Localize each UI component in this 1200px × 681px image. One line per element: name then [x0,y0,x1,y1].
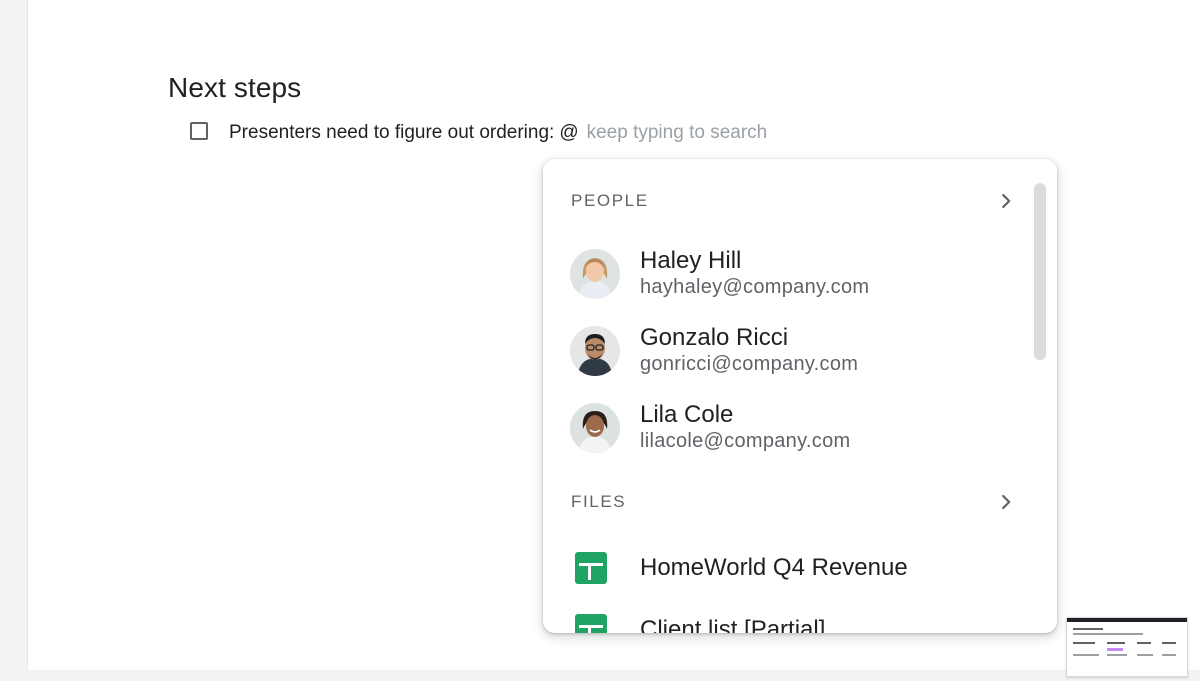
files-section-header: FILES [571,492,627,511]
people-section-header: PEOPLE [571,191,649,210]
scrollbar-thumb[interactable] [1034,183,1046,360]
people-chevron-right-icon[interactable] [995,190,1017,212]
person-name: Gonzalo Ricci [640,324,789,351]
google-sheets-icon [575,614,607,633]
person-name: Haley Hill [640,247,742,274]
person-name: Lila Cole [640,401,734,428]
file-item-client-list-partial[interactable]: Client list [Partial] [543,600,1023,633]
popup-scrollbar[interactable] [1034,183,1046,623]
person-item-gonzalo-ricci[interactable]: Gonzalo Ricci gonricci@company.com [543,317,1023,387]
files-chevron-right-icon[interactable] [995,491,1017,513]
slide-thumbnail-preview[interactable] [1066,617,1188,677]
task-line[interactable]: Presenters need to figure out ordering: @… [229,121,767,145]
person-email: gonricci@company.com [640,353,859,375]
person-email: hayhaley@company.com [640,276,870,298]
section-heading: Next steps [168,72,302,103]
task-checkbox[interactable] [190,122,208,140]
person-item-lila-cole[interactable]: Lila Cole lilacole@company.com [543,394,1023,464]
person-item-haley-hill[interactable]: Haley Hill hayhaley@company.com [543,240,1023,310]
avatar [570,403,620,453]
mention-suggestions-popup: PEOPLE Haley Hill hayhaley@company.com G… [543,159,1057,633]
file-name: Client list [Partial] [640,616,826,633]
person-email: lilacole@company.com [640,430,851,452]
mention-trigger: @ [559,122,579,143]
avatar [570,249,620,299]
file-name: HomeWorld Q4 Revenue [640,554,908,581]
task-text: Presenters need to figure out ordering: [229,122,555,143]
thumbnail-content-icon [1067,618,1187,656]
avatar [570,326,620,376]
search-hint: keep typing to search [586,122,768,143]
file-item-homeworld-q4-revenue[interactable]: HomeWorld Q4 Revenue [543,538,1023,598]
google-sheets-icon [575,552,607,584]
